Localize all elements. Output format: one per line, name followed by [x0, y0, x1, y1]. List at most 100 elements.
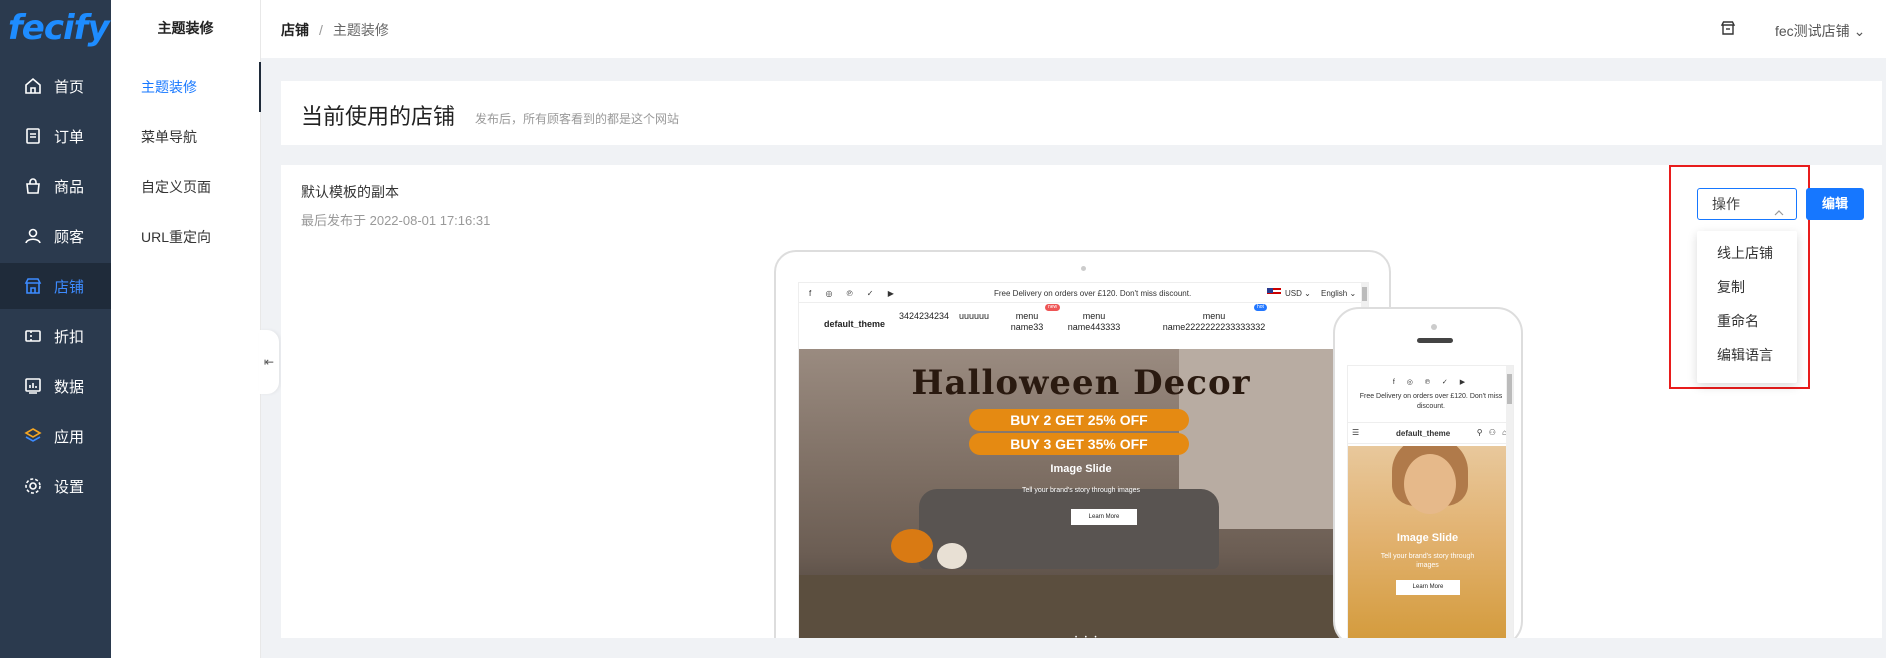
currency-select: USD ⌄: [1285, 289, 1311, 298]
sidebar-item-label: 数据: [54, 378, 85, 396]
main-sidebar: fecify 首页 订单 商品 顾客 店铺 折扣 数据 应用 设置: [0, 0, 111, 658]
submenu-item-url-redirect[interactable]: URL重定向: [111, 212, 261, 262]
desktop-screen: f ◎ ℗ ✓ ▶ Free Delivery on orders over £…: [798, 282, 1369, 638]
user-icon: [24, 227, 42, 245]
store-nav: default_theme 3424234234 uuuuuu menu nam…: [799, 303, 1368, 349]
social-icons: f ◎ ℗ ✓ ▶: [1392, 379, 1471, 386]
nav-item: menu name443333: [1067, 311, 1121, 332]
promo-text: Free Delivery on orders over £120. Don't…: [1359, 393, 1503, 410]
action-dropdown-menu: 线上店铺 复制 重命名 编辑语言: [1697, 231, 1797, 383]
mobile-scrollbar: [1506, 366, 1513, 638]
fecify-logo[interactable]: fecify: [0, 0, 111, 56]
hero-title: Halloween Decor: [911, 363, 1251, 403]
sidebar-item-label: 首页: [54, 78, 85, 96]
store-name-label: fec测试店铺: [1775, 23, 1850, 39]
slide-title: Image Slide: [1396, 532, 1459, 544]
menu-item-online-store[interactable]: 线上店铺: [1717, 243, 1773, 263]
order-icon: [24, 127, 42, 145]
submenu-item-custom-page[interactable]: 自定义页面: [111, 162, 261, 212]
sidebar-item-label: 订单: [54, 128, 85, 146]
sidebar-item-label: 折扣: [54, 328, 85, 346]
action-select-label: 操作: [1712, 196, 1740, 212]
offer-badge-2: BUY 3 GET 35% OFF: [969, 433, 1189, 455]
nav-item: menu name33: [1010, 311, 1044, 332]
hamburger-icon: ☰: [1352, 428, 1360, 437]
storefront-icon[interactable]: [1720, 20, 1736, 36]
submenu-item-menu-nav[interactable]: 菜单导航: [111, 112, 261, 162]
coupon-icon: [24, 327, 42, 345]
menu-item-duplicate[interactable]: 复制: [1717, 277, 1745, 297]
sidebar-item-apps[interactable]: 应用: [0, 413, 111, 459]
collapse-menu-icon[interactable]: ⇤: [259, 330, 279, 394]
slide-dots: • • •: [1075, 635, 1100, 638]
mobile-hero-banner: Image Slide Tell your brand's story thro…: [1348, 446, 1507, 638]
header-icons: ⚲ ⚇ ⌂: [1476, 428, 1509, 437]
sidebar-item-label: 店铺: [54, 278, 85, 296]
desktop-preview: f ◎ ℗ ✓ ▶ Free Delivery on orders over £…: [774, 250, 1391, 638]
breadcrumb: 店铺 / 主题装修: [281, 22, 389, 38]
sidebar-item-discount[interactable]: 折扣: [0, 313, 111, 359]
store-topbar: f ◎ ℗ ✓ ▶ Free Delivery on orders over £…: [799, 283, 1368, 303]
current-store-card: 当前使用的店铺 发布后，所有顾客看到的都是这个网站: [281, 81, 1882, 145]
theme-publish-date: 最后发布于 2022-08-01 17:16:31: [301, 213, 491, 228]
sidebar-item-orders[interactable]: 订单: [0, 113, 111, 159]
sidebar-item-settings[interactable]: 设置: [0, 463, 111, 509]
apps-icon: [24, 427, 42, 445]
edit-button[interactable]: 编辑: [1806, 188, 1864, 220]
nav-item: menu name2222222233333332: [1162, 311, 1266, 332]
breadcrumb-item[interactable]: 店铺: [281, 22, 309, 38]
menu-item-rename[interactable]: 重命名: [1717, 311, 1759, 331]
mobile-screen: f ◎ ℗ ✓ ▶ Free Delivery on orders over £…: [1347, 365, 1514, 638]
logo-text: fecify: [8, 8, 110, 48]
home-icon: [24, 77, 42, 95]
mobile-preview: f ◎ ℗ ✓ ▶ Free Delivery on orders over £…: [1333, 307, 1523, 638]
slide-title: Image Slide: [1050, 463, 1112, 475]
nav-item: uuuuuu: [959, 311, 990, 321]
theme-name: 默认模板的副本: [301, 184, 399, 200]
theme-card: 默认模板的副本 最后发布于 2022-08-01 17:16:31 f ◎ ℗ …: [281, 165, 1882, 638]
slide-subtitle: Tell your brand's story through images: [1021, 487, 1141, 494]
language-select: English ⌄: [1321, 289, 1357, 298]
menu-item-edit-language[interactable]: 编辑语言: [1717, 345, 1773, 365]
page-subtitle: 发布后，所有顾客看到的都是这个网站: [475, 112, 680, 126]
store-logo-text: default_theme: [1396, 429, 1451, 438]
camera-dot: [1081, 266, 1086, 271]
hero-banner: Halloween Decor BUY 2 GET 25% OFF BUY 3 …: [799, 349, 1363, 638]
store-icon: [24, 277, 42, 295]
gear-icon: [24, 477, 42, 495]
mobile-nav: ☰ default_theme ⚲ ⚇ ⌂: [1348, 422, 1513, 444]
submenu-title: 主题装修: [157, 20, 214, 36]
sidebar-item-customers[interactable]: 顾客: [0, 213, 111, 259]
chart-icon: [24, 377, 42, 395]
sidebar-item-label: 应用: [54, 428, 85, 446]
camera-dot: [1431, 324, 1437, 330]
slide-subtitle: Tell your brand's story through images: [1380, 553, 1475, 569]
sidebar-item-store[interactable]: 店铺: [0, 263, 111, 309]
learn-more-button: Learn More: [1396, 580, 1460, 595]
offer-badge-1: BUY 2 GET 25% OFF: [969, 409, 1189, 431]
badge-new: new: [1045, 304, 1061, 311]
secondary-menu: 主题装修 主题装修 菜单导航 自定义页面 URL重定向: [111, 0, 261, 658]
sidebar-item-home[interactable]: 首页: [0, 63, 111, 109]
chevron-down-icon: ⌄: [1853, 23, 1866, 39]
chevron-up-icon: [1774, 198, 1784, 216]
store-switcher[interactable]: fec测试店铺 ⌄: [1775, 21, 1865, 41]
us-flag-icon: [1267, 288, 1281, 297]
sidebar-item-products[interactable]: 商品: [0, 163, 111, 209]
sidebar-item-label: 商品: [54, 178, 85, 196]
learn-more-button: Learn More: [1071, 509, 1137, 525]
sidebar-item-label: 顾客: [54, 228, 85, 246]
breadcrumb-item: 主题装修: [332, 22, 389, 38]
sidebar-item-data[interactable]: 数据: [0, 363, 111, 409]
action-select[interactable]: 操作: [1697, 188, 1797, 220]
speaker-bar: [1417, 338, 1453, 343]
submenu-item-theme[interactable]: 主题装修: [111, 62, 261, 112]
sidebar-item-label: 设置: [54, 478, 85, 496]
promo-text: Free Delivery on orders over £120. Don't…: [994, 289, 1192, 298]
top-header: 店铺 / 主题装修 fec测试店铺 ⌄: [261, 0, 1886, 58]
badge-hot: hot: [1254, 304, 1267, 311]
bag-icon: [24, 177, 42, 195]
nav-item: 3424234234: [899, 311, 950, 321]
store-logo-text: default_theme: [824, 319, 886, 329]
social-icons: f ◎ ℗ ✓ ▶: [809, 289, 900, 298]
